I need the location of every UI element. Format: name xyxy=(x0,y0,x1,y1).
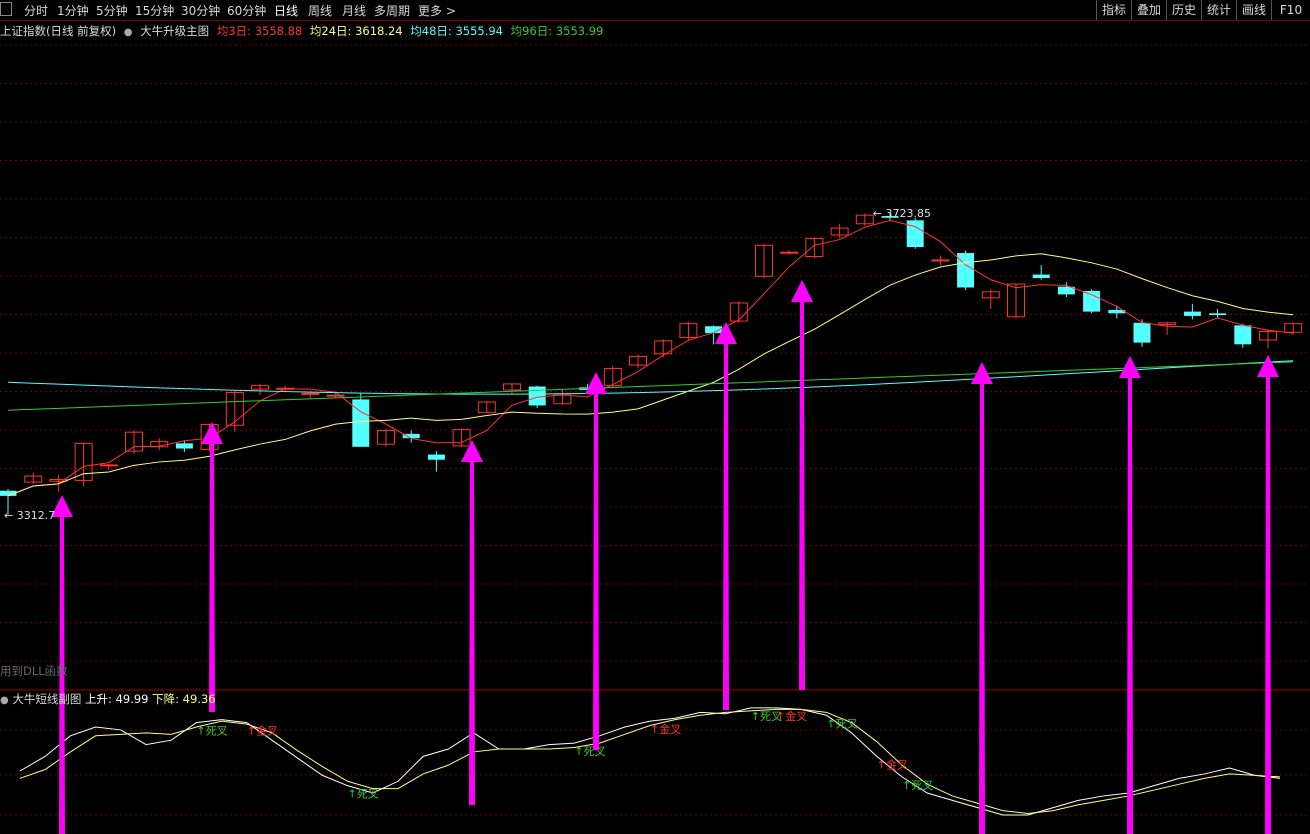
buy-signal-arrow xyxy=(1119,356,1141,834)
low-price-label: ← 3312.7 xyxy=(4,508,56,522)
signal-label: ↑死叉 xyxy=(826,717,857,730)
signal-label: ↑死叉 xyxy=(348,788,379,801)
sub-chart-legend: ● 大牛短线副图 上升: 49.99 下降: 49.36 xyxy=(0,691,216,706)
ma96-line xyxy=(7,361,1294,411)
sub-chart-title[interactable]: 大牛短线副图 xyxy=(12,692,81,706)
candle-body-down xyxy=(1133,322,1151,343)
buy-signal-arrow xyxy=(1257,355,1279,834)
buy-signal-arrow xyxy=(585,372,607,750)
signal-label: ↑金叉 xyxy=(877,757,908,771)
dll-note: 用到DLL函数 xyxy=(0,664,68,678)
candle-body-down xyxy=(1183,311,1201,316)
buy-signal-arrow xyxy=(971,362,993,834)
candle-body-down xyxy=(427,454,445,460)
ma3-line xyxy=(7,219,1294,497)
candle-body-down xyxy=(957,253,975,288)
candle-body-up xyxy=(301,392,320,395)
candle-body-down xyxy=(1083,290,1101,312)
ma24-line xyxy=(7,253,1294,497)
candle-body-down xyxy=(1234,325,1252,345)
candle-body-down xyxy=(1209,313,1227,316)
signal-label: ↑死叉 xyxy=(196,725,227,738)
buy-signal-arrow xyxy=(201,422,223,712)
candle-body-up xyxy=(780,251,799,254)
kline-chart[interactable]: ↑死叉 ↑金叉↑死叉↑死叉↑金叉↑死叉↑金叉↑死叉↑金叉↑死叉 xyxy=(0,0,1310,834)
signal-label: ↑金叉 xyxy=(650,722,681,736)
buy-signal-arrow xyxy=(791,280,813,690)
candle-body-down xyxy=(906,220,924,248)
candle-body-up xyxy=(931,259,950,262)
buy-signal-arrow xyxy=(461,440,483,805)
candle-body-down xyxy=(528,386,546,406)
candle-body-up xyxy=(326,394,345,397)
candle-body-down xyxy=(1032,274,1050,279)
signal-label: ↑死叉 xyxy=(574,745,605,758)
signal-label: ↑金叉 xyxy=(247,724,278,738)
signal-label: ↑金叉 xyxy=(776,709,807,723)
ma48-line xyxy=(7,360,1294,395)
candle-body-up xyxy=(99,464,118,467)
sub-up-value: 上升: 49.99 xyxy=(85,692,149,706)
candle-body-down xyxy=(175,443,193,449)
high-price-label: ← 3723.85 xyxy=(872,207,931,221)
sub-down-value: 下降: 49.36 xyxy=(152,692,216,706)
sub-collapse-icon[interactable]: ● xyxy=(0,695,9,706)
signal-label: ↑死叉 xyxy=(902,779,933,792)
